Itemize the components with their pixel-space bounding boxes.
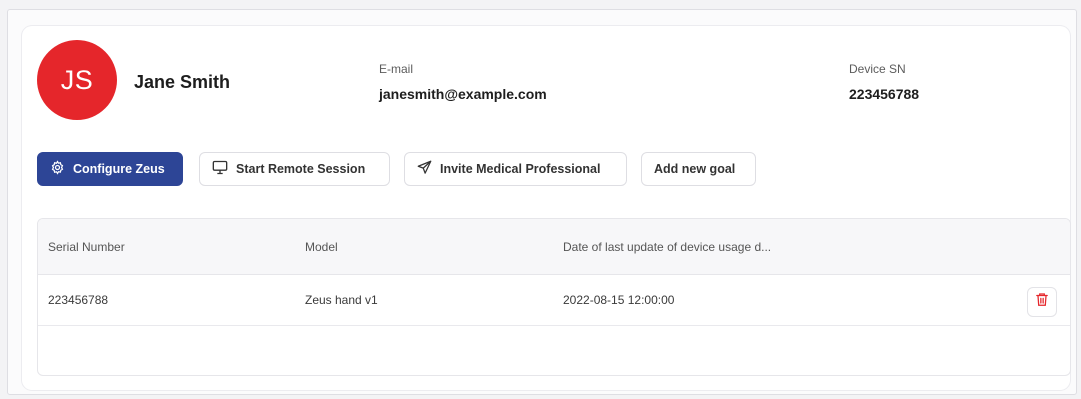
devices-table: Serial Number Model Date of last update … (37, 218, 1071, 376)
column-header-serial-number[interactable]: Serial Number (48, 240, 125, 254)
patient-name: Jane Smith (134, 72, 231, 92)
cell-serial-number: 223456788 (48, 293, 109, 307)
start-remote-session-label: Start Remote Session (236, 162, 366, 176)
avatar-initials: JS (60, 64, 94, 95)
trash-icon (1035, 292, 1049, 312)
column-header-model[interactable]: Model (305, 240, 338, 254)
table-row[interactable]: 223456788 Zeus hand v1 2022-08-15 12:00:… (38, 275, 1070, 326)
configure-zeus-button[interactable]: Configure Zeus (37, 152, 183, 186)
invite-medical-professional-label: Invite Medical Professional (440, 162, 601, 176)
add-new-goal-label: Add new goal (654, 162, 736, 176)
avatar: JS (37, 40, 117, 120)
email-label: E-mail (379, 62, 414, 76)
send-icon (417, 160, 432, 178)
configure-zeus-label: Configure Zeus (73, 162, 165, 176)
delete-device-button[interactable] (1027, 287, 1057, 317)
device-sn-label: Device SN (849, 62, 906, 76)
monitor-icon (212, 160, 228, 178)
email-value: janesmith@example.com (379, 86, 547, 102)
cell-model: Zeus hand v1 (305, 293, 378, 307)
cell-last-update: 2022-08-15 12:00:00 (563, 293, 675, 307)
invite-medical-professional-button[interactable]: Invite Medical Professional (404, 152, 627, 186)
table-header: Serial Number Model Date of last update … (38, 219, 1070, 275)
add-new-goal-button[interactable]: Add new goal (641, 152, 756, 186)
gear-icon (50, 160, 65, 178)
device-sn-value: 223456788 (849, 86, 920, 102)
start-remote-session-button[interactable]: Start Remote Session (199, 152, 390, 186)
column-header-last-update[interactable]: Date of last update of device usage d... (563, 240, 771, 254)
